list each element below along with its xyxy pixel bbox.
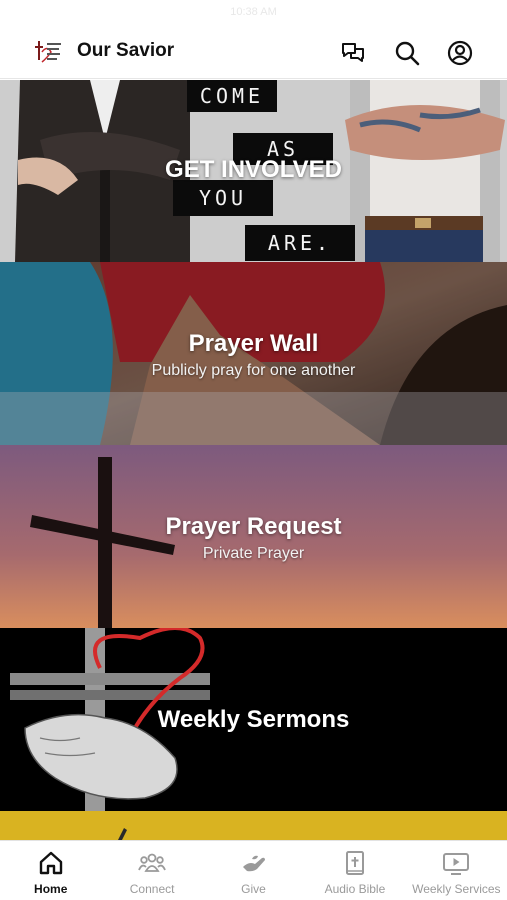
- messages-button[interactable]: [337, 37, 369, 69]
- tab-label: Give: [241, 882, 266, 896]
- word-are: ARE.: [245, 225, 355, 261]
- search-button[interactable]: [391, 37, 423, 69]
- prayer-request-card[interactable]: Prayer Request Private Prayer: [0, 445, 507, 628]
- tab-label: Connect: [129, 882, 175, 896]
- card-title: Weekly Sermons: [157, 706, 350, 733]
- status-time: 10:38 AM: [230, 6, 277, 18]
- home-icon: [39, 851, 62, 875]
- church-logo: [33, 38, 63, 66]
- card-subtitle: Publicly pray for one another: [151, 362, 356, 379]
- prayer-wall-card[interactable]: Prayer Wall Publicly pray for one anothe…: [0, 262, 507, 445]
- app-header: Our Savior: [0, 28, 507, 79]
- tab-label: Weekly Services: [412, 882, 501, 896]
- tab-home[interactable]: Home: [0, 841, 101, 900]
- search-icon: [395, 41, 420, 66]
- get-involved-card[interactable]: COME AS YOU ARE. GET INVOLVED: [0, 80, 507, 262]
- prayer-request-text: Prayer Request Private Prayer: [0, 513, 507, 563]
- app-title: Our Savior: [77, 40, 175, 61]
- weekly-sermons-card[interactable]: Weekly Sermons: [0, 628, 507, 811]
- tab-label: Audio Bible: [324, 882, 386, 896]
- word-you: YOU: [173, 180, 273, 216]
- tab-label: Home: [34, 882, 68, 896]
- next-card-partial[interactable]: [0, 811, 507, 840]
- bottom-tab-bar: Home Connect Give Audio Bible Weekly Ser…: [0, 840, 507, 900]
- prayer-wall-text: Prayer Wall Publicly pray for one anothe…: [0, 330, 507, 380]
- bible-icon: [345, 851, 364, 875]
- card-title: GET INVOLVED: [165, 156, 342, 183]
- people-icon: [138, 853, 166, 872]
- chat-icon: [342, 43, 364, 62]
- word-come: COME: [187, 80, 277, 112]
- weekly-sermons-text: Weekly Sermons: [0, 706, 507, 734]
- get-involved-text: GET INVOLVED: [0, 156, 507, 184]
- video-play-icon: [443, 853, 470, 875]
- give-hand-icon: [242, 855, 265, 872]
- tab-weekly-services[interactable]: Weekly Services: [406, 841, 507, 900]
- tab-give[interactable]: Give: [203, 841, 304, 900]
- status-bar: 10:38 AM: [0, 0, 507, 28]
- card-subtitle: Private Prayer: [202, 545, 305, 562]
- profile-button[interactable]: [444, 37, 476, 69]
- tab-audio-bible[interactable]: Audio Bible: [304, 841, 405, 900]
- profile-icon: [447, 40, 473, 66]
- card-title: Prayer Wall: [188, 330, 319, 357]
- home-feed[interactable]: COME AS YOU ARE. GET INVOLVED Prayer Wal…: [0, 80, 507, 840]
- tab-connect[interactable]: Connect: [101, 841, 202, 900]
- card-title: Prayer Request: [165, 513, 342, 540]
